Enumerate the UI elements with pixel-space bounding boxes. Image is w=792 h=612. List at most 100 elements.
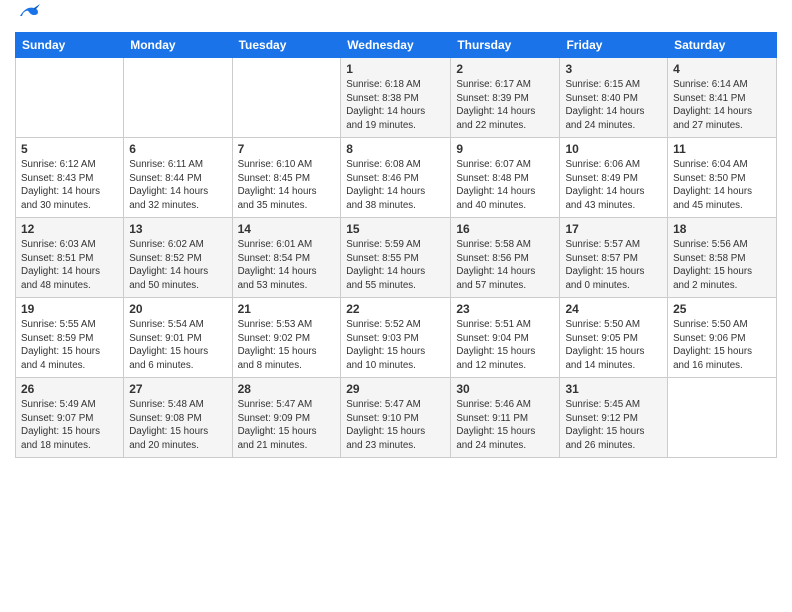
day-number: 4 [673, 62, 771, 76]
calendar-header-row: SundayMondayTuesdayWednesdayThursdayFrid… [16, 33, 777, 58]
day-info: Sunrise: 5:51 AM Sunset: 9:04 PM Dayligh… [456, 318, 554, 373]
day-number: 25 [673, 302, 771, 316]
day-number: 17 [565, 222, 662, 236]
weekday-header-wednesday: Wednesday [341, 33, 451, 58]
day-number: 2 [456, 62, 554, 76]
day-number: 28 [238, 382, 336, 396]
day-info: Sunrise: 6:18 AM Sunset: 8:38 PM Dayligh… [346, 78, 445, 133]
day-info: Sunrise: 6:06 AM Sunset: 8:49 PM Dayligh… [565, 158, 662, 213]
weekday-header-friday: Friday [560, 33, 668, 58]
day-info: Sunrise: 5:50 AM Sunset: 9:05 PM Dayligh… [565, 318, 662, 373]
calendar-cell: 13 Sunrise: 6:02 AM Sunset: 8:52 PM Dayli… [124, 218, 232, 298]
calendar-cell: 29 Sunrise: 5:47 AM Sunset: 9:10 PM Dayli… [341, 378, 451, 458]
day-number: 26 [21, 382, 118, 396]
weekday-header-tuesday: Tuesday [232, 33, 341, 58]
calendar-cell: 24 Sunrise: 5:50 AM Sunset: 9:05 PM Dayli… [560, 298, 668, 378]
day-info: Sunrise: 5:47 AM Sunset: 9:09 PM Dayligh… [238, 398, 336, 453]
calendar-cell [668, 378, 777, 458]
calendar-cell: 1Sunrise: 6:18 AM Sunset: 8:38 PM Daylig… [341, 58, 451, 138]
calendar-cell: 26 Sunrise: 5:49 AM Sunset: 9:07 PM Dayli… [16, 378, 124, 458]
calendar-cell: 12 Sunrise: 6:03 AM Sunset: 8:51 PM Dayli… [16, 218, 124, 298]
day-number: 27 [129, 382, 226, 396]
day-info: Sunrise: 6:07 AM Sunset: 8:48 PM Dayligh… [456, 158, 554, 213]
calendar-cell: 14 Sunrise: 6:01 AM Sunset: 8:54 PM Dayli… [232, 218, 341, 298]
day-info: Sunrise: 6:04 AM Sunset: 8:50 PM Dayligh… [673, 158, 771, 213]
day-info: Sunrise: 6:10 AM Sunset: 8:45 PM Dayligh… [238, 158, 336, 213]
day-number: 11 [673, 142, 771, 156]
calendar-cell: 20 Sunrise: 5:54 AM Sunset: 9:01 PM Dayli… [124, 298, 232, 378]
day-number: 30 [456, 382, 554, 396]
day-number: 18 [673, 222, 771, 236]
calendar: SundayMondayTuesdayWednesdayThursdayFrid… [15, 32, 777, 458]
day-number: 31 [565, 382, 662, 396]
day-info: Sunrise: 6:14 AM Sunset: 8:41 PM Dayligh… [673, 78, 771, 133]
day-info: Sunrise: 6:01 AM Sunset: 8:54 PM Dayligh… [238, 238, 336, 293]
day-number: 3 [565, 62, 662, 76]
calendar-cell: 19Sunrise: 5:55 AM Sunset: 8:59 PM Dayli… [16, 298, 124, 378]
calendar-cell: 16 Sunrise: 5:58 AM Sunset: 8:56 PM Dayli… [451, 218, 560, 298]
calendar-cell: 28 Sunrise: 5:47 AM Sunset: 9:09 PM Dayli… [232, 378, 341, 458]
calendar-cell: 4 Sunrise: 6:14 AM Sunset: 8:41 PM Daylig… [668, 58, 777, 138]
calendar-cell: 25 Sunrise: 5:50 AM Sunset: 9:06 PM Dayli… [668, 298, 777, 378]
day-number: 23 [456, 302, 554, 316]
day-info: Sunrise: 6:17 AM Sunset: 8:39 PM Dayligh… [456, 78, 554, 133]
page: SundayMondayTuesdayWednesdayThursdayFrid… [0, 0, 792, 612]
day-number: 13 [129, 222, 226, 236]
weekday-header-thursday: Thursday [451, 33, 560, 58]
day-number: 22 [346, 302, 445, 316]
day-number: 14 [238, 222, 336, 236]
day-info: Sunrise: 5:50 AM Sunset: 9:06 PM Dayligh… [673, 318, 771, 373]
day-info: Sunrise: 5:45 AM Sunset: 9:12 PM Dayligh… [565, 398, 662, 453]
day-info: Sunrise: 6:02 AM Sunset: 8:52 PM Dayligh… [129, 238, 226, 293]
day-number: 10 [565, 142, 662, 156]
calendar-cell: 6 Sunrise: 6:11 AM Sunset: 8:44 PM Daylig… [124, 138, 232, 218]
calendar-cell [16, 58, 124, 138]
day-number: 8 [346, 142, 445, 156]
calendar-week-row: 12 Sunrise: 6:03 AM Sunset: 8:51 PM Dayli… [16, 218, 777, 298]
day-number: 12 [21, 222, 118, 236]
day-number: 5 [21, 142, 118, 156]
calendar-cell [232, 58, 341, 138]
calendar-cell: 10 Sunrise: 6:06 AM Sunset: 8:49 PM Dayli… [560, 138, 668, 218]
calendar-week-row: 26 Sunrise: 5:49 AM Sunset: 9:07 PM Dayli… [16, 378, 777, 458]
calendar-cell: 9 Sunrise: 6:07 AM Sunset: 8:48 PM Daylig… [451, 138, 560, 218]
day-info: Sunrise: 5:55 AM Sunset: 8:59 PM Dayligh… [21, 318, 118, 373]
day-info: Sunrise: 5:53 AM Sunset: 9:02 PM Dayligh… [238, 318, 336, 373]
logo-bird-icon [18, 2, 40, 24]
calendar-cell: 8 Sunrise: 6:08 AM Sunset: 8:46 PM Daylig… [341, 138, 451, 218]
calendar-cell: 23 Sunrise: 5:51 AM Sunset: 9:04 PM Dayli… [451, 298, 560, 378]
day-info: Sunrise: 6:12 AM Sunset: 8:43 PM Dayligh… [21, 158, 118, 213]
calendar-cell: 3 Sunrise: 6:15 AM Sunset: 8:40 PM Daylig… [560, 58, 668, 138]
header [15, 10, 777, 24]
day-info: Sunrise: 6:15 AM Sunset: 8:40 PM Dayligh… [565, 78, 662, 133]
day-info: Sunrise: 5:58 AM Sunset: 8:56 PM Dayligh… [456, 238, 554, 293]
day-info: Sunrise: 6:08 AM Sunset: 8:46 PM Dayligh… [346, 158, 445, 213]
calendar-cell: 5 Sunrise: 6:12 AM Sunset: 8:43 PM Daylig… [16, 138, 124, 218]
calendar-cell [124, 58, 232, 138]
calendar-cell: 21Sunrise: 5:53 AM Sunset: 9:02 PM Dayli… [232, 298, 341, 378]
calendar-cell: 31 Sunrise: 5:45 AM Sunset: 9:12 PM Dayli… [560, 378, 668, 458]
calendar-cell: 22 Sunrise: 5:52 AM Sunset: 9:03 PM Dayli… [341, 298, 451, 378]
calendar-cell: 18 Sunrise: 5:56 AM Sunset: 8:58 PM Dayli… [668, 218, 777, 298]
day-info: Sunrise: 5:52 AM Sunset: 9:03 PM Dayligh… [346, 318, 445, 373]
day-number: 29 [346, 382, 445, 396]
calendar-cell: 17Sunrise: 5:57 AM Sunset: 8:57 PM Dayli… [560, 218, 668, 298]
day-number: 20 [129, 302, 226, 316]
day-info: Sunrise: 5:47 AM Sunset: 9:10 PM Dayligh… [346, 398, 445, 453]
day-info: Sunrise: 6:11 AM Sunset: 8:44 PM Dayligh… [129, 158, 226, 213]
day-number: 15 [346, 222, 445, 236]
weekday-header-saturday: Saturday [668, 33, 777, 58]
day-number: 6 [129, 142, 226, 156]
calendar-cell: 30 Sunrise: 5:46 AM Sunset: 9:11 PM Dayli… [451, 378, 560, 458]
calendar-week-row: 1Sunrise: 6:18 AM Sunset: 8:38 PM Daylig… [16, 58, 777, 138]
day-info: Sunrise: 5:46 AM Sunset: 9:11 PM Dayligh… [456, 398, 554, 453]
day-info: Sunrise: 5:54 AM Sunset: 9:01 PM Dayligh… [129, 318, 226, 373]
day-number: 16 [456, 222, 554, 236]
weekday-header-monday: Monday [124, 33, 232, 58]
day-info: Sunrise: 5:56 AM Sunset: 8:58 PM Dayligh… [673, 238, 771, 293]
day-info: Sunrise: 6:03 AM Sunset: 8:51 PM Dayligh… [21, 238, 118, 293]
day-info: Sunrise: 5:48 AM Sunset: 9:08 PM Dayligh… [129, 398, 226, 453]
day-number: 24 [565, 302, 662, 316]
day-info: Sunrise: 5:49 AM Sunset: 9:07 PM Dayligh… [21, 398, 118, 453]
day-number: 9 [456, 142, 554, 156]
